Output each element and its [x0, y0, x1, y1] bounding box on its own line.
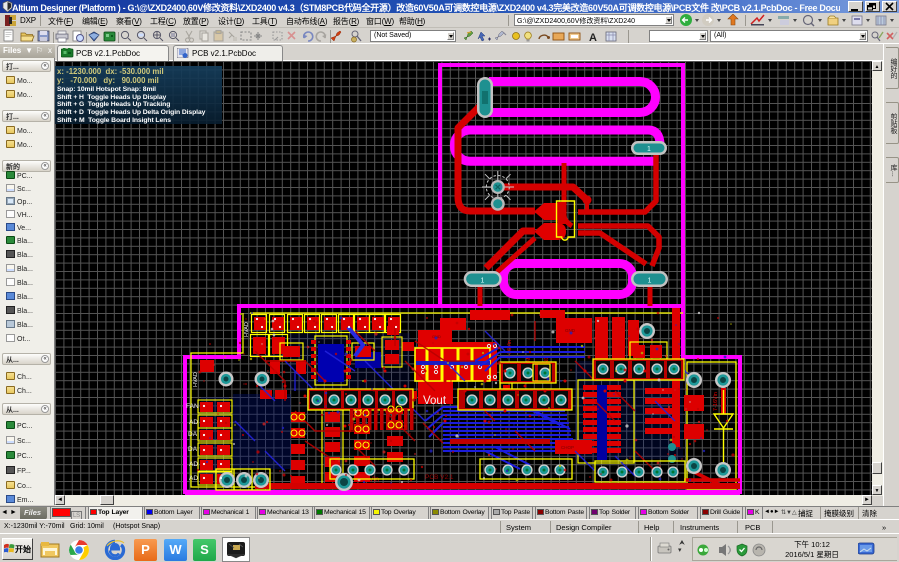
- svg-text:DA: DA: [188, 431, 198, 438]
- svg-text:FAN: FAN: [186, 403, 199, 410]
- svg-text:PCB V2.1: PCB V2.1: [425, 474, 454, 481]
- svg-text:AD: AD: [189, 475, 198, 482]
- svg-text:1: 1: [647, 146, 651, 153]
- svg-text:DA: DA: [188, 446, 198, 453]
- svg-text:Vout: Vout: [423, 395, 447, 407]
- svg-text:1: 1: [481, 278, 485, 285]
- svg-text:A: A: [589, 32, 597, 44]
- svg-text:AD: AD: [189, 461, 198, 468]
- svg-text:HVAD: HVAD: [193, 372, 199, 387]
- svg-text:7-16Vin: 7-16Vin: [713, 392, 719, 411]
- svg-text:HVAD: HVAD: [244, 322, 250, 337]
- svg-text:AD: AD: [189, 419, 198, 426]
- svg-text:1: 1: [648, 278, 652, 285]
- svg-text:CHOP: CHOP: [561, 445, 574, 450]
